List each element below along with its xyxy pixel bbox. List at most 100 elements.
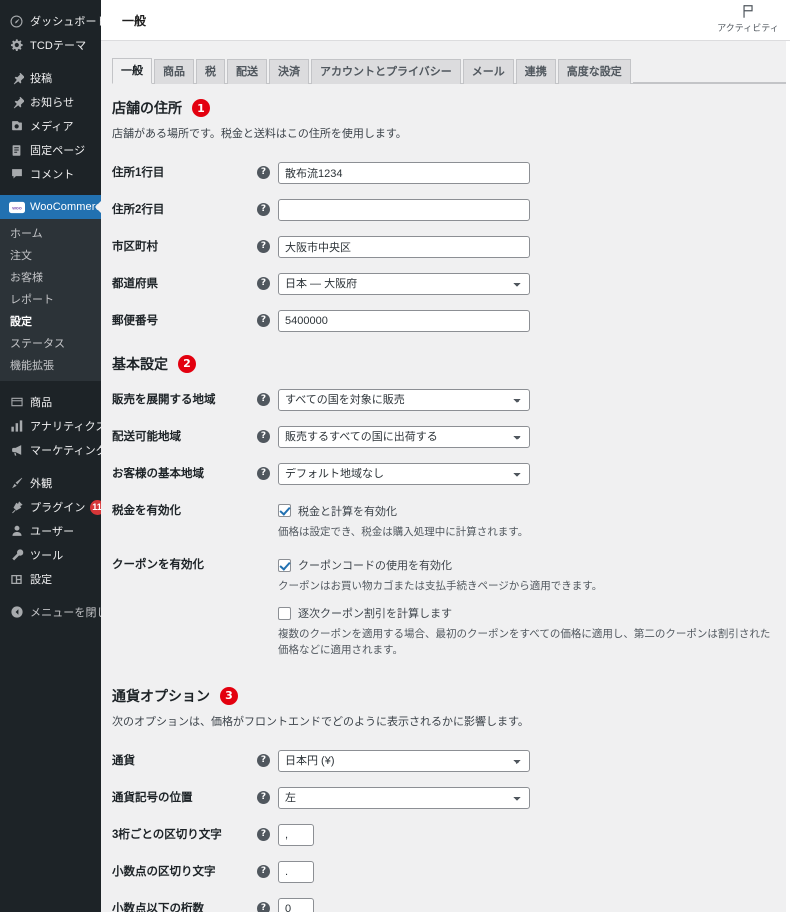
help-icon[interactable]: ? — [257, 864, 270, 878]
thousand-separator-label: 3桁ごとの区切り文字 — [112, 828, 222, 841]
default-customer-location-label: お客様の基本地域 — [112, 467, 204, 480]
pin-icon — [8, 70, 25, 87]
admin-page: ダッシュボード TCDテーマ 投稿 お知らせ メディア 固定ページ コメント w… — [0, 0, 790, 912]
sidebar-item-users[interactable]: ユーザー — [0, 519, 101, 543]
currency-options-heading: 通貨オプション 3 — [112, 686, 790, 705]
submenu-item-status[interactable]: ステータス — [0, 332, 101, 354]
plug-icon — [8, 499, 25, 516]
sidebar-item-media[interactable]: メディア — [0, 114, 101, 138]
field-row-postcode: 郵便番号 ? — [112, 303, 790, 340]
sidebar-item-label: お知らせ — [30, 97, 75, 109]
sidebar-item-dashboard[interactable]: ダッシュボード — [0, 9, 101, 33]
currency-options-table: 通貨 ? 日本円 (¥) 通貨記号の位置 ? 左 3桁ごとの区切り文字 ? , … — [112, 743, 790, 912]
default-customer-location-select[interactable]: デフォルト地域なし — [278, 462, 530, 485]
tab-tax[interactable]: 税 — [196, 59, 225, 84]
help-icon[interactable]: ? — [257, 827, 270, 841]
sidebar-item-posts[interactable]: 投稿 — [0, 66, 101, 90]
sidebar-item-comments[interactable]: コメント — [0, 162, 101, 186]
help-icon[interactable]: ? — [257, 240, 270, 254]
help-icon[interactable]: ? — [257, 790, 270, 804]
submenu-item-extensions[interactable]: 機能拡張 — [0, 354, 101, 376]
submenu-item-settings[interactable]: 設定 — [0, 310, 101, 332]
address1-input[interactable] — [278, 162, 530, 185]
field-row-selling-location: 販売を展開する地域 ? すべての国を対象に販売 — [112, 382, 790, 419]
tab-general[interactable]: 一般 — [112, 58, 152, 84]
sidebar-item-news[interactable]: お知らせ — [0, 90, 101, 114]
settings-tabs-wrap: 一般 商品 税 配送 決済 アカウントとプライバシー メール 連携 高度な設定 — [101, 41, 790, 84]
sidebar-item-analytics[interactable]: アナリティクス — [0, 414, 101, 438]
decimal-separator-label: 小数点の区切り文字 — [112, 865, 216, 878]
sidebar-group-woocommerce: woo WooCommerce ホーム 注文 お客様 レポート 設定 ステータス… — [0, 195, 101, 381]
tab-integration[interactable]: 連携 — [515, 59, 556, 84]
currency-label: 通貨 — [112, 754, 135, 767]
field-row-address1: 住所1行目 ? — [112, 155, 790, 192]
sidebar-item-label: WooCommerce — [30, 201, 101, 213]
postcode-label: 郵便番号 — [112, 314, 158, 327]
currency-select[interactable]: 日本円 (¥) — [278, 749, 530, 772]
general-options-title: 基本設定 — [112, 355, 168, 372]
thousand-separator-input[interactable] — [278, 823, 314, 846]
sidebar-item-label: コメント — [30, 169, 75, 181]
currency-position-select[interactable]: 左 — [278, 786, 530, 809]
help-icon[interactable]: ? — [257, 901, 270, 912]
submenu-item-orders[interactable]: 注文 — [0, 244, 101, 266]
help-icon[interactable]: ? — [257, 166, 270, 180]
state-select[interactable]: 日本 — 大阪府 — [278, 273, 530, 295]
tab-advanced[interactable]: 高度な設定 — [557, 59, 631, 84]
step-badge-3: 3 — [220, 686, 238, 705]
sidebar-item-appearance[interactable]: 外観 — [0, 471, 101, 495]
address2-input[interactable] — [278, 199, 530, 222]
sidebar-top-spacer — [0, 0, 101, 9]
general-options-heading: 基本設定 2 — [112, 354, 790, 373]
help-icon[interactable]: ? — [257, 277, 270, 290]
tab-shipping[interactable]: 配送 — [227, 59, 267, 84]
gear-icon — [8, 37, 25, 54]
tab-accounts-privacy[interactable]: アカウントとプライバシー — [311, 59, 461, 84]
help-icon[interactable]: ? — [257, 313, 270, 327]
enable-taxes-checkbox[interactable] — [278, 504, 291, 518]
enable-coupons-checkbox-label[interactable]: クーポンコードの使用を有効化 — [298, 557, 452, 573]
decimal-separator-input[interactable] — [278, 860, 314, 883]
tab-payments[interactable]: 決済 — [269, 59, 309, 84]
help-icon[interactable]: ? — [257, 203, 270, 217]
sequential-coupon-description: 複数のクーポンを適用する場合、最初のクーポンをすべての価格に適用し、第二のクーポ… — [278, 628, 771, 656]
help-icon[interactable]: ? — [257, 466, 270, 480]
number-of-decimals-input[interactable] — [278, 897, 314, 912]
city-input[interactable] — [278, 236, 530, 259]
collapse-icon — [8, 604, 25, 621]
tab-emails[interactable]: メール — [462, 59, 514, 84]
sidebar-item-settings[interactable]: 設定 — [0, 567, 101, 591]
field-row-currency: 通貨 ? 日本円 (¥) — [112, 743, 790, 780]
chart-bar-icon — [8, 418, 25, 435]
sidebar-item-label: メニューを閉じる — [30, 607, 101, 619]
shipping-location-select[interactable]: 販売するすべての国に出荷する — [278, 426, 530, 448]
sidebar-divider-3 — [0, 381, 101, 390]
help-icon[interactable]: ? — [257, 430, 270, 443]
dashboard-icon — [8, 13, 25, 30]
sequential-coupon-checkbox-label[interactable]: 逐次クーポン割引を計算します — [298, 605, 452, 621]
submenu-item-reports[interactable]: レポート — [0, 288, 101, 310]
submenu-item-customers[interactable]: お客様 — [0, 266, 101, 288]
help-icon[interactable]: ? — [257, 753, 270, 767]
sidebar-item-pages[interactable]: 固定ページ — [0, 138, 101, 162]
user-icon — [8, 523, 25, 540]
enable-coupons-checkbox[interactable] — [278, 558, 291, 572]
sidebar-item-products[interactable]: 商品 — [0, 390, 101, 414]
sidebar-item-tools[interactable]: ツール — [0, 543, 101, 567]
help-icon[interactable]: ? — [257, 393, 270, 407]
sequential-coupon-checkbox[interactable] — [278, 606, 291, 620]
selling-location-label: 販売を展開する地域 — [112, 394, 216, 407]
sidebar-item-tcd-theme[interactable]: TCDテーマ — [0, 33, 101, 57]
tab-products[interactable]: 商品 — [154, 59, 194, 84]
sidebar-group-content: 投稿 お知らせ メディア 固定ページ コメント — [0, 66, 101, 186]
sidebar-item-woocommerce[interactable]: woo WooCommerce — [0, 195, 101, 219]
submenu-item-home[interactable]: ホーム — [0, 222, 101, 244]
activity-panel-button[interactable]: アクティビティ — [700, 4, 790, 34]
enable-taxes-checkbox-label[interactable]: 税金と計算を有効化 — [298, 503, 397, 519]
postcode-input[interactable] — [278, 309, 530, 332]
sidebar-item-plugins[interactable]: プラグイン 11 — [0, 495, 101, 519]
selling-location-select[interactable]: すべての国を対象に販売 — [278, 389, 530, 412]
sidebar-item-marketing[interactable]: マーケティング — [0, 438, 101, 462]
sidebar-item-collapse-menu[interactable]: メニューを閉じる — [0, 600, 101, 624]
paintbrush-icon — [8, 475, 25, 492]
